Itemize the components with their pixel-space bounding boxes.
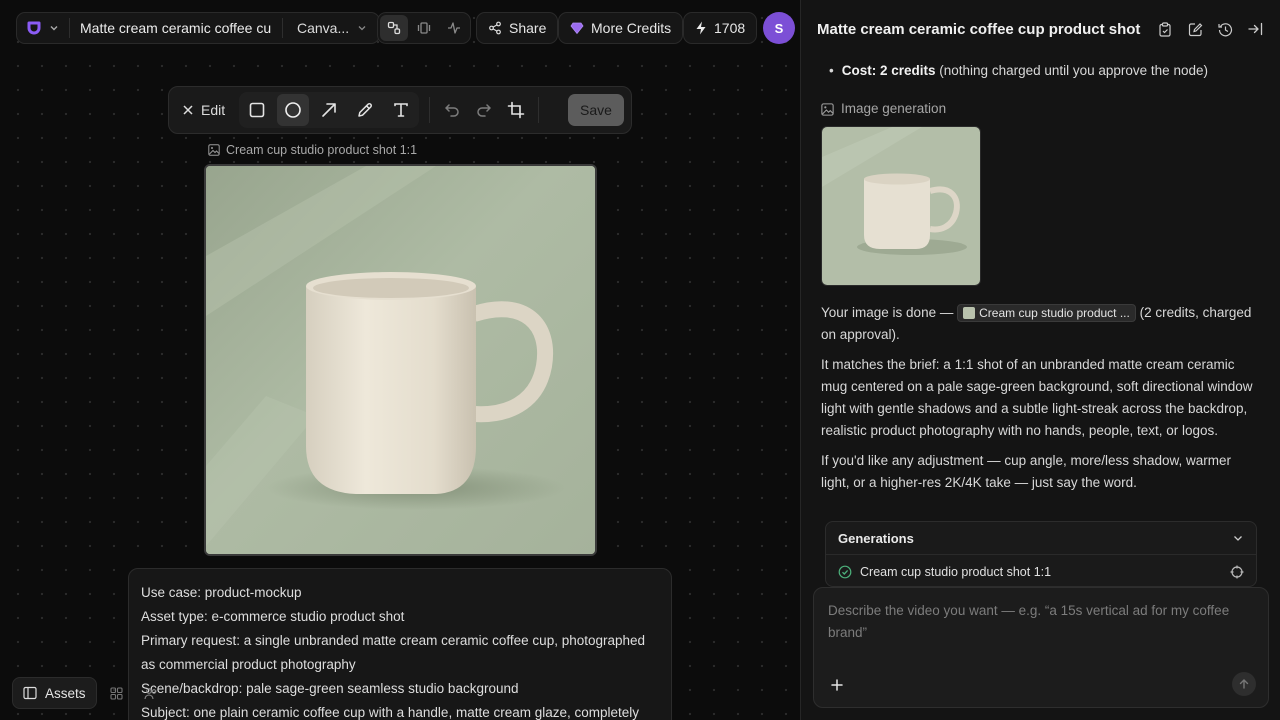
divider <box>69 18 70 38</box>
close-edit-button[interactable]: Edit <box>173 92 235 128</box>
ellipse-tool-icon[interactable] <box>277 94 310 126</box>
crop-icon[interactable] <box>500 94 532 126</box>
thumbnail-image <box>822 127 980 285</box>
arrow-tool-icon[interactable] <box>313 94 345 126</box>
drawing-toolbar: Edit Save <box>168 86 632 134</box>
generated-cup-image <box>206 166 595 554</box>
locate-icon[interactable] <box>1230 565 1244 579</box>
chat-message: • Cost: 2 credits (nothing charged until… <box>821 60 1263 494</box>
canvas-select-label: Canva... <box>297 20 350 36</box>
activity-icon[interactable] <box>440 15 468 41</box>
bottom-controls: Assets <box>12 677 165 709</box>
cost-note: (nothing charged until you approve the n… <box>939 63 1208 78</box>
edit-label: Edit <box>201 102 226 118</box>
image-icon <box>821 102 834 116</box>
image-icon <box>208 144 220 156</box>
node-label-text: Cream cup studio product shot 1:1 <box>226 143 418 157</box>
chat-composer[interactable]: Describe the video you want — e.g. “a 15… <box>813 587 1269 708</box>
image-node[interactable] <box>204 164 597 556</box>
prompt-line: Primary request: a single unbranded matt… <box>141 633 646 648</box>
timeline-view-icon[interactable] <box>410 15 438 41</box>
cost-bullet: • Cost: 2 credits (nothing charged until… <box>821 60 1263 82</box>
prompt-line: as commercial product photography <box>141 657 356 672</box>
grid-icon[interactable] <box>103 679 131 707</box>
assets-button[interactable]: Assets <box>12 677 97 709</box>
image-generation-label: Image generation <box>821 98 1263 120</box>
chat-panel: Matte cream ceramic coffee cup product s… <box>800 0 1280 720</box>
chevron-down-icon <box>1234 536 1242 541</box>
save-button[interactable]: Save <box>568 94 624 126</box>
new-chat-icon[interactable] <box>1186 20 1204 38</box>
collapse-panel-icon[interactable] <box>1246 20 1264 38</box>
chevron-down-icon <box>358 26 366 31</box>
shape-tools <box>239 92 420 128</box>
cost-label: Cost: 2 credits <box>841 63 936 78</box>
credit-balance[interactable]: 1708 <box>683 12 758 44</box>
chevron-down-icon[interactable] <box>49 23 59 33</box>
panel-title: Matte cream ceramic coffee cup product s… <box>817 20 1141 38</box>
share-icon <box>489 21 501 35</box>
panel-actions <box>1156 20 1264 38</box>
share-button[interactable]: Share <box>476 12 559 44</box>
bullet-dot: • <box>829 63 834 78</box>
node-view-icon[interactable] <box>380 15 408 41</box>
rectangle-tool-icon[interactable] <box>241 94 273 126</box>
divider <box>538 97 540 123</box>
generated-image-thumbnail[interactable] <box>821 126 981 286</box>
divider <box>282 18 283 38</box>
arrow-up-icon <box>1239 679 1249 689</box>
asset-chip[interactable]: Cream cup studio product ... <box>957 304 1136 323</box>
chip-label: Cream cup studio product ... <box>979 306 1130 321</box>
more-credits-button[interactable]: More Credits <box>558 12 684 44</box>
history-icon[interactable] <box>1216 20 1234 38</box>
node-label[interactable]: Cream cup studio product shot 1:1 <box>208 143 417 157</box>
brief-message: It matches the brief: a 1:1 shot of an u… <box>821 357 1253 438</box>
gem-icon <box>570 22 584 35</box>
generation-item[interactable]: Cream cup studio product shot 1:1 <box>826 555 1256 586</box>
share-label: Share <box>509 20 547 36</box>
redo-icon[interactable] <box>468 94 500 126</box>
generation-item-label: Cream cup studio product shot 1:1 <box>860 564 1052 579</box>
composer-input[interactable]: Describe the video you want — e.g. “a 15… <box>828 600 1248 644</box>
image-generation-text: Image generation <box>841 101 947 116</box>
credit-balance-value: 1708 <box>714 20 746 36</box>
lightning-icon <box>696 21 706 35</box>
canvas[interactable]: Matte cream ceramic coffee cup Canva... … <box>0 0 800 720</box>
prompt-card[interactable]: Use case: product-mockup Asset type: e-c… <box>128 568 672 720</box>
users-icon[interactable] <box>137 679 165 707</box>
project-bar: Matte cream ceramic coffee cup Canva... <box>16 12 381 44</box>
generations-card: Generations Cream cup studio product sho… <box>825 521 1257 587</box>
clipboard-icon[interactable] <box>1156 20 1174 38</box>
adjust-message: If you'd like any adjustment — cup angle… <box>821 453 1232 490</box>
chip-thumbnail <box>963 307 976 320</box>
more-credits-label: More Credits <box>591 20 672 36</box>
view-mode-group <box>377 12 471 44</box>
plus-icon[interactable] <box>828 676 846 694</box>
done-prefix: Your image is done — <box>821 305 954 320</box>
close-icon <box>183 105 193 115</box>
undo-icon[interactable] <box>436 94 468 126</box>
generations-title: Generations <box>838 530 914 546</box>
canvas-select[interactable]: Canva... <box>293 20 371 36</box>
app-logo-icon[interactable] <box>25 19 43 37</box>
check-circle-icon <box>838 565 852 578</box>
text-tool-icon[interactable] <box>385 94 417 126</box>
done-message: Your image is done — Cream cup studio pr… <box>821 302 1263 346</box>
send-button[interactable] <box>1232 672 1256 696</box>
sidebar-icon <box>23 686 37 700</box>
prompt-line: Scene/backdrop: pale sage-green seamless… <box>141 681 519 696</box>
prompt-line: Use case: product-mockup <box>141 585 302 600</box>
pencil-tool-icon[interactable] <box>349 94 381 126</box>
panel-header: Matte cream ceramic coffee cup product s… <box>817 18 1264 40</box>
avatar[interactable]: S <box>763 12 795 44</box>
prompt-line: Subject: one plain ceramic coffee cup wi… <box>141 705 640 720</box>
divider <box>429 97 431 123</box>
project-title-input[interactable]: Matte cream ceramic coffee cup <box>80 20 272 36</box>
assets-label: Assets <box>45 685 86 701</box>
generations-header[interactable]: Generations <box>826 522 1256 555</box>
prompt-line: Asset type: e-commerce studio product sh… <box>141 609 405 624</box>
